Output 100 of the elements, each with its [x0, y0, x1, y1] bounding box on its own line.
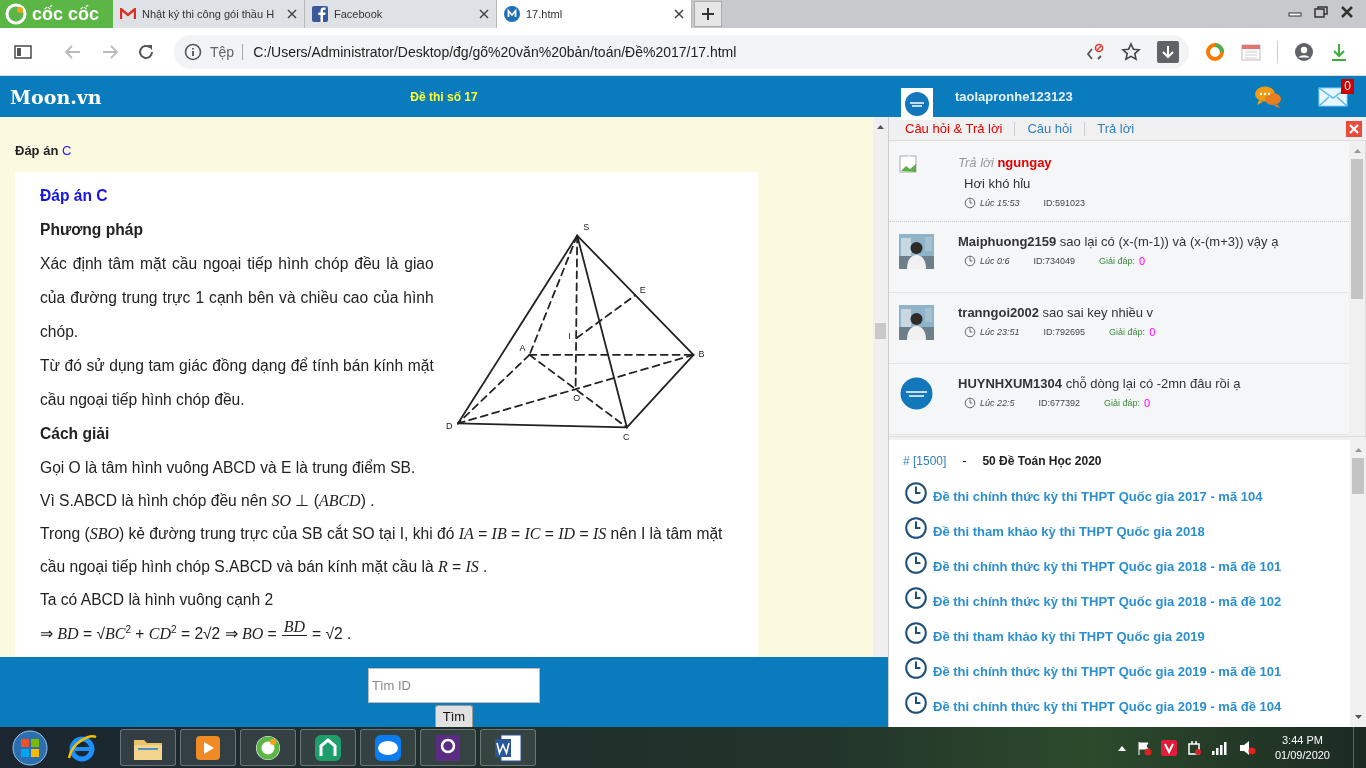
signal-icon[interactable]	[1210, 740, 1229, 755]
close-icon[interactable]	[287, 9, 297, 19]
reply-label: Trả lời	[958, 155, 994, 170]
site-icon	[504, 6, 520, 22]
clock-icon	[964, 397, 976, 409]
taskbar-button[interactable]	[420, 729, 476, 766]
code-blocked-icon[interactable]	[1085, 42, 1105, 61]
search-field[interactable]: Tìm ID	[368, 668, 540, 703]
answer-count-label: Giải đáp:	[1099, 256, 1136, 266]
comment-text: Hơi khó hỉu	[964, 176, 1032, 191]
clock-icon	[964, 255, 976, 267]
download-arrow-icon[interactable]	[1330, 41, 1348, 62]
document-icon	[492, 731, 524, 764]
exam-link[interactable]: Đề thi chính thức kỳ thi THPT Quốc gia 2019 - mã đề 104	[933, 699, 1282, 714]
taskbar-button[interactable]	[360, 729, 416, 766]
clock-icon	[905, 482, 927, 504]
flag-icon[interactable]	[1135, 739, 1152, 756]
taskbar-button[interactable]	[120, 729, 176, 766]
point-label: C	[622, 432, 630, 443]
panel-tab[interactable]: Câu hỏi	[1015, 121, 1086, 136]
start-icon[interactable]	[12, 729, 48, 766]
exam-link[interactable]: Đề thi chính thức kỳ thi THPT Quốc gia 2019 - mã đề 101	[933, 664, 1282, 679]
close-icon[interactable]	[479, 9, 489, 19]
panel-tab[interactable]: Trả lời	[1085, 121, 1147, 136]
scrollbar[interactable]	[1349, 141, 1365, 436]
taskbar-button[interactable]	[300, 729, 356, 766]
plus-icon	[701, 7, 715, 21]
point-label: D	[445, 421, 453, 432]
address-bar[interactable]: Tệp C:/Users/Administrator/Desktop/đg/gõ%20văn%20bản/toán/Đề%2017/17.html	[174, 34, 1189, 69]
comment-id: ID:677392	[1038, 398, 1081, 408]
point-label: O	[572, 392, 580, 403]
point-label: A	[519, 342, 526, 353]
clock-icon	[964, 197, 976, 209]
clock-icon	[905, 622, 927, 644]
exam-link[interactable]: Đề thi chính thức kỳ thi THPT Quốc gia 2018 - mã đề 101	[933, 559, 1282, 574]
power-icon[interactable]	[1185, 739, 1202, 756]
calendar-icon[interactable]	[1241, 42, 1261, 61]
scrollbar-thumb[interactable]	[875, 323, 886, 339]
search-button[interactable]: Tìm	[434, 705, 474, 727]
new-tab-button[interactable]	[694, 1, 722, 27]
browser-tab[interactable]: Nhật ký thi công gói thầu H	[113, 0, 305, 28]
paragraph: Từ đó sử dụng tam giác đồng dạng để tính bán kính mặt cầu ngoại tiếp hình chóp đều.	[40, 356, 434, 410]
clock[interactable]: 3:44 PM 01/09/2020	[1274, 732, 1330, 763]
browser-tab[interactable]: Facebook	[305, 0, 497, 28]
clock-icon	[964, 326, 976, 338]
comment-time: Lúc 15:53	[980, 198, 1020, 208]
paragraph: Trong (SBO) kẻ đường trung trực của SB cắt SO tại I, khi đó IA = IB = IC = ID = IS nên I là tâm mặt cầu ngoại tiếp hình chóp S.ABCD và bán kính mặt cầu là R = IS .	[40, 523, 724, 577]
comment-text: Maiphuong2159 sao lại có (x-(m-1)) và (x-(m+3)) vậy ạ	[958, 234, 1279, 249]
muted-speaker-icon[interactable]	[1237, 739, 1256, 756]
comment-id: ID:734049	[1033, 256, 1076, 266]
security-label: Tệp	[210, 43, 244, 60]
username[interactable]: taolapronhe123123	[955, 89, 1073, 104]
scrollbar-thumb[interactable]	[1351, 159, 1363, 299]
section-heading: Phương pháp	[40, 220, 144, 240]
answer-count-label: Giải đáp:	[1109, 327, 1146, 337]
paragraph: Vì S.ABCD là hình chóp đều nên SO ⊥ (ABCD) .	[40, 491, 376, 511]
exam-link[interactable]: Đề thi tham khảo kỳ thi THPT Quốc gia 2019	[933, 629, 1205, 644]
site-logo[interactable]: Moon.vn	[0, 85, 102, 108]
exam-link[interactable]: Đề thi tham khảo kỳ thi THPT Quốc gia 2018	[933, 524, 1205, 539]
broken-image-icon	[899, 155, 917, 173]
logo-icon	[5, 3, 27, 25]
answer-count: 0	[1139, 255, 1146, 267]
panel-tab[interactable]: Câu hỏi & Trả lời	[893, 121, 1016, 136]
exam-link[interactable]: Đề thi chính thức kỳ thi THPT Quốc gia 2017 - mã 104	[933, 489, 1263, 504]
username[interactable]: ngungay	[997, 155, 1052, 170]
taskbar-button[interactable]	[180, 729, 236, 766]
taskbar-button[interactable]	[240, 729, 296, 766]
page-title: Đề thi số 17	[410, 89, 478, 104]
clock-time: 3:44 PM	[1282, 732, 1323, 748]
point-label: B	[698, 348, 705, 359]
download-icon[interactable]	[1157, 40, 1179, 63]
close-icon[interactable]	[674, 9, 684, 19]
scroll-up-icon[interactable]	[876, 123, 885, 131]
clock-icon	[905, 517, 927, 539]
exam-link[interactable]: Đề thi chính thức kỳ thi THPT Quốc gia 2018 - mã đề 102	[933, 594, 1282, 609]
brand-name: cốc cốc	[32, 3, 100, 25]
scrollbar-thumb[interactable]	[1352, 458, 1364, 494]
account-icon[interactable]	[1294, 41, 1314, 62]
close-icon[interactable]	[1340, 6, 1354, 18]
info-icon	[184, 42, 202, 61]
ring-icon[interactable]	[1205, 41, 1225, 62]
paragraph: Ta có ABCD là hình vuông cạnh 2	[40, 590, 275, 610]
star-icon[interactable]	[1121, 41, 1141, 62]
point-label: I	[567, 330, 571, 341]
comment-id: ID:792695	[1043, 327, 1086, 337]
scrollbar[interactable]	[1350, 440, 1366, 727]
collection-title: 50 Đề Toán Học 2020	[982, 454, 1102, 468]
section-heading: Cách giải	[40, 424, 111, 444]
scroll-down-icon[interactable]	[1353, 713, 1363, 721]
taskbar-button[interactable]	[480, 729, 536, 766]
clock-icon	[905, 692, 927, 714]
collection-code[interactable]: # [1500]	[903, 454, 947, 468]
comment-id: ID:591023	[1043, 198, 1086, 208]
scrollbar[interactable]	[873, 117, 888, 657]
comment-text: HUYNHXUM1304 chỗ dòng lại có -2mn đâu rồi ạ	[958, 376, 1241, 391]
browser-tab[interactable]: 17.html	[497, 0, 692, 28]
clock-date: 01/09/2020	[1274, 747, 1330, 763]
restore-icon[interactable]	[1314, 6, 1328, 18]
point-label: E	[639, 285, 646, 296]
separator-text: -	[962, 454, 967, 468]
